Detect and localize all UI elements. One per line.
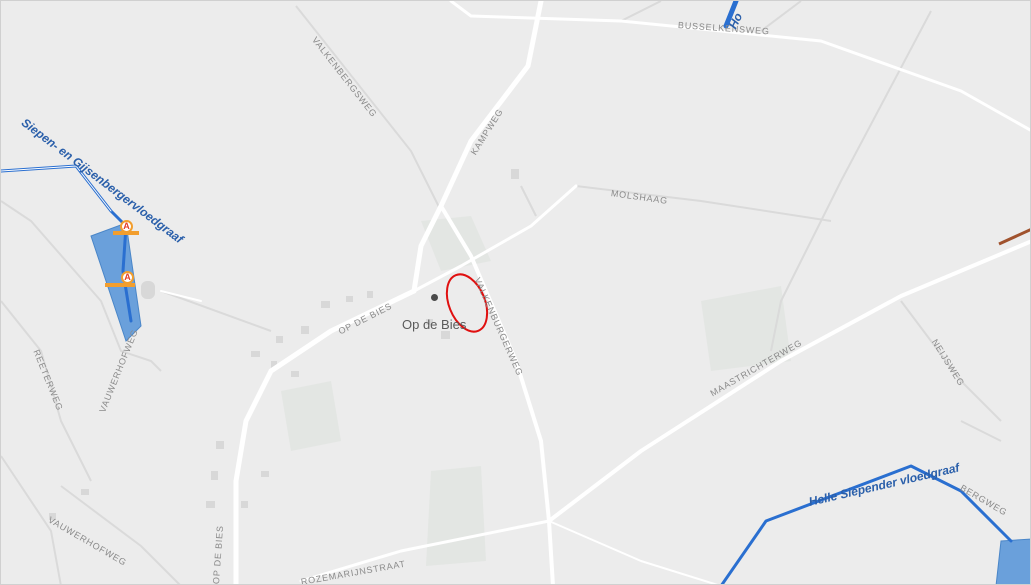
water-marker-a2[interactable]: A [121, 271, 134, 284]
place-label[interactable]: Op de Bies [402, 317, 466, 332]
water-areas [90, 222, 1030, 584]
map-layer [1, 1, 1030, 584]
map-canvas[interactable]: Op de Bies A A BUSSELKENSWEG VALKENBERGS… [0, 0, 1031, 585]
water-marker-a1[interactable]: A [120, 220, 133, 233]
minor-roads [1, 1, 1030, 584]
main-roads [160, 1, 1030, 584]
place-dot[interactable] [431, 294, 438, 301]
